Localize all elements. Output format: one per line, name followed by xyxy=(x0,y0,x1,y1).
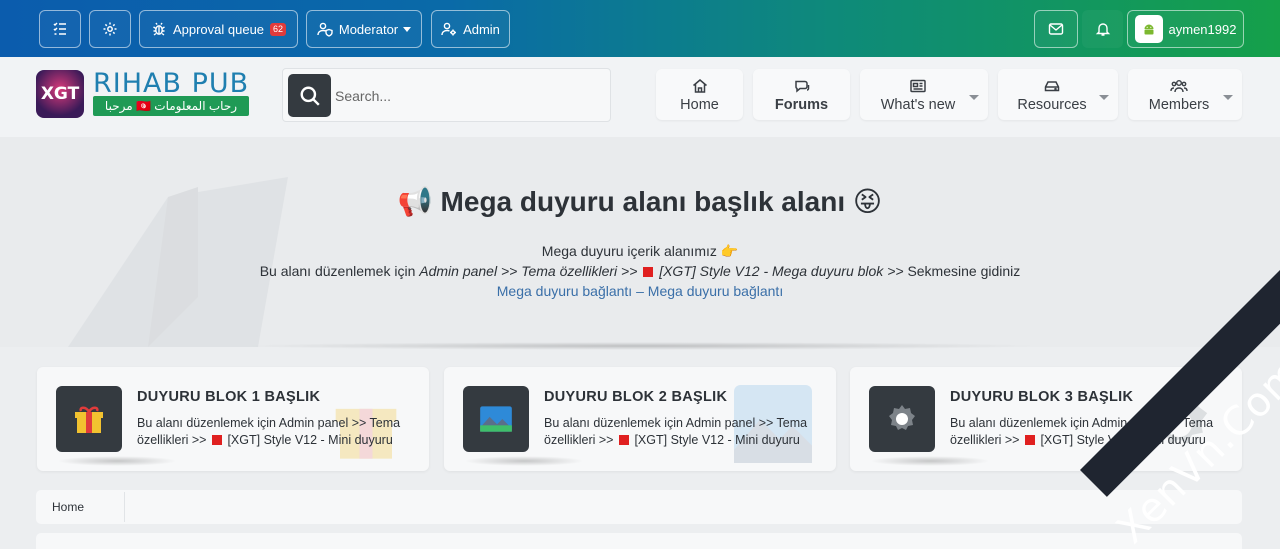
announcement-link-1[interactable]: Mega duyuru bağlantı xyxy=(497,283,632,299)
gear-glyph xyxy=(889,405,915,430)
nav-resources[interactable]: Resources xyxy=(998,69,1118,120)
chevron-down-icon xyxy=(403,26,412,32)
nav-members[interactable]: Members xyxy=(1128,69,1242,120)
nav-resources-label: Resources xyxy=(1017,96,1087,113)
nav-forums-label: Forums xyxy=(774,96,829,113)
avatar xyxy=(1134,15,1163,43)
gift-icon xyxy=(56,386,122,452)
search-icon xyxy=(300,86,320,106)
red-square-icon xyxy=(211,435,222,445)
landscape-glyph xyxy=(480,406,512,432)
site-header: XGT RIHAB PUB مرحبا 🇹🇳 رحاب المعلومات Ho… xyxy=(0,57,1280,137)
nav-members-label: Members xyxy=(1148,96,1210,113)
top-bar: Approval queue 62 Moderator Admin aymen1… xyxy=(0,0,1280,57)
announcement-shadow xyxy=(240,342,1040,350)
landscape-icon xyxy=(463,386,529,452)
drive-icon xyxy=(1044,80,1060,91)
block-shadow xyxy=(464,456,584,466)
site-title[interactable]: RIHAB PUB xyxy=(93,68,249,99)
line2-block: [XGT] Style V12 - Mega duyuru blok >> xyxy=(659,263,904,279)
admin-label: Admin xyxy=(463,21,500,37)
announcement-link-separator: – xyxy=(636,283,644,299)
username: aymen1992 xyxy=(1168,21,1237,37)
settings-button[interactable] xyxy=(89,10,131,48)
red-square-icon xyxy=(1024,435,1035,445)
search-box xyxy=(282,68,611,122)
logo-text: XGT xyxy=(40,84,80,104)
content-area xyxy=(36,533,1242,549)
block-text: Bu alanı düzenlemek için Admin panel >> … xyxy=(544,415,824,449)
block-title: DUYURU BLOK 2 BAŞLIK xyxy=(544,389,728,405)
block-text: Bu alanı düzenlemek için Admin panel >> … xyxy=(137,415,417,449)
approval-count-badge: 62 xyxy=(270,22,287,36)
line2-path: Admin panel >> Tema özellikleri >> xyxy=(419,263,638,279)
home-icon xyxy=(692,78,707,93)
nav-home[interactable]: Home xyxy=(656,69,743,120)
announcement-title-text: Mega duyuru alanı başlık alanı xyxy=(440,186,846,217)
block-title: DUYURU BLOK 3 BAŞLIK xyxy=(950,389,1134,405)
moderator-menu-button[interactable]: Moderator xyxy=(306,10,422,48)
moderator-label: Moderator xyxy=(338,21,399,37)
breadcrumb: Home xyxy=(36,490,1242,524)
block-shadow xyxy=(870,456,990,466)
users-icon xyxy=(1170,79,1188,92)
announcement-title: 📢 Mega duyuru alanı başlık alanı 😝 xyxy=(0,185,1280,218)
announcement-link-2[interactable]: Mega duyuru bağlantı xyxy=(648,283,783,299)
gear-icon xyxy=(103,22,117,36)
task-list-icon xyxy=(53,22,66,35)
approval-queue-label: Approval queue xyxy=(172,21,265,37)
admin-button[interactable]: Admin xyxy=(431,10,510,48)
block-text-b: [XGT] Style V12 - Mini duyuru xyxy=(227,433,393,447)
breadcrumb-home[interactable]: Home xyxy=(52,500,84,514)
bug-icon xyxy=(153,22,165,36)
red-square-icon xyxy=(643,267,654,277)
conversations-button[interactable] xyxy=(1034,10,1078,48)
red-square-icon xyxy=(618,435,629,445)
nav-home-label: Home xyxy=(680,96,719,113)
alerts-button[interactable] xyxy=(1082,10,1123,48)
nav-forums[interactable]: Forums xyxy=(753,69,850,120)
announcement-line-1: Mega duyuru içerik alanımız 👉 xyxy=(541,243,739,259)
task-list-button[interactable] xyxy=(39,10,81,48)
mega-announcement: 📢 Mega duyuru alanı başlık alanı 😝 Mega … xyxy=(0,137,1280,347)
breadcrumb-divider xyxy=(124,492,125,522)
envelope-icon xyxy=(1048,23,1064,35)
bell-icon xyxy=(1095,23,1110,36)
site-logo[interactable]: XGT xyxy=(36,70,84,118)
gift-glyph xyxy=(75,406,103,433)
user-shield-icon xyxy=(317,22,333,37)
search-input[interactable] xyxy=(335,79,605,113)
block-shadow xyxy=(57,456,177,466)
chevron-down-icon[interactable] xyxy=(1099,95,1109,100)
announcement-links: Mega duyuru bağlantı – Mega duyuru bağla… xyxy=(0,283,1280,299)
chevron-down-icon[interactable] xyxy=(1223,95,1233,100)
android-icon xyxy=(1144,24,1154,35)
chevron-down-icon[interactable] xyxy=(969,95,979,100)
nav-whats-new[interactable]: What's new xyxy=(860,69,988,120)
search-button[interactable] xyxy=(288,74,331,117)
megaphone-icon: 📢 xyxy=(397,186,433,217)
gear-icon xyxy=(869,386,935,452)
announcement-line-2: Bu alanı düzenlemek için Admin panel >> … xyxy=(0,263,1280,279)
user-gear-icon xyxy=(441,22,457,36)
block-title: DUYURU BLOK 1 BAŞLIK xyxy=(137,389,321,405)
line2-suffix: Sekmesine gidiniz xyxy=(907,263,1021,279)
block-text-b: [XGT] Style V12 - Mini duyuru xyxy=(634,433,800,447)
line2-prefix: Bu alanı düzenlemek için xyxy=(259,263,416,279)
site-subtitle: مرحبا 🇹🇳 رحاب المعلومات xyxy=(93,96,249,116)
approval-queue-button[interactable]: Approval queue 62 xyxy=(139,10,298,48)
nav-whats-new-label: What's new xyxy=(880,96,956,113)
chat-icon xyxy=(794,80,809,93)
emoji-icon: 😝 xyxy=(852,186,883,217)
account-button[interactable]: aymen1992 xyxy=(1127,10,1244,48)
newspaper-icon xyxy=(910,79,926,92)
